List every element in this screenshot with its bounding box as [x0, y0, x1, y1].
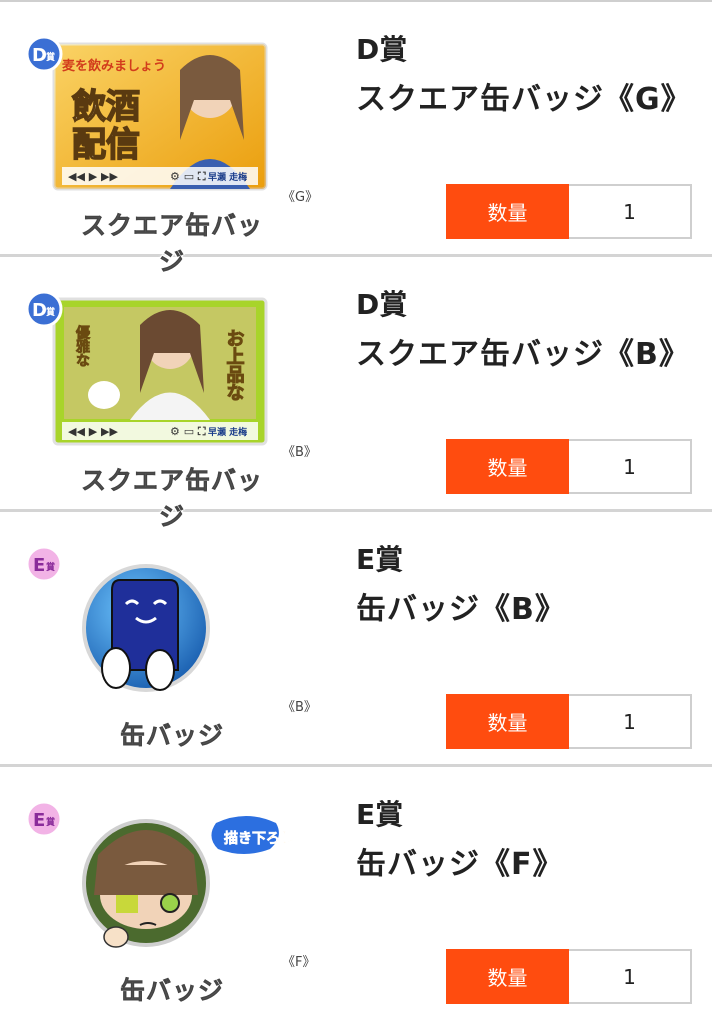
prize-list: ◀◀ ▶ ▶▶ ⚙ ▭ ⛶ 麦を飲みましょう 飲酒 配信 早瀬 走梅 D 賞 ス…: [0, 0, 712, 1022]
svg-text:賞: 賞: [46, 561, 55, 573]
svg-text:飲酒: 飲酒: [72, 87, 140, 127]
play-controls-icon: ◀◀ ▶ ▶▶: [68, 170, 118, 183]
quantity-label: 数量: [446, 949, 569, 1004]
prize-item-e-b: E 賞 缶バッジ 《B》 E賞 缶バッジ《B》 数量: [0, 512, 712, 767]
product-caption: 缶バッジ: [119, 721, 224, 751]
svg-text:早瀬 走梅: 早瀬 走梅: [208, 426, 247, 438]
quantity-input[interactable]: [569, 184, 692, 239]
product-image[interactable]: ◀◀ ▶ ▶▶ ⚙ ▭ ⛶ 早瀬 走梅 お上品な 優雅な D 賞 スクエア缶バッ…: [20, 285, 317, 531]
quantity-input[interactable]: [569, 439, 692, 494]
settings-controls-icon: ⚙ ▭ ⛶: [170, 170, 206, 183]
variant-label: 《G》: [282, 190, 319, 205]
svg-text:D: D: [32, 300, 47, 321]
prize-badge-icon: D 賞: [25, 290, 63, 328]
quantity-input[interactable]: [569, 949, 692, 1004]
prize-item-d-g: ◀◀ ▶ ▶▶ ⚙ ▭ ⛶ 麦を飲みましょう 飲酒 配信 早瀬 走梅 D 賞 ス…: [0, 2, 712, 276]
quantity-label: 数量: [446, 694, 569, 749]
svg-text:配信: 配信: [72, 125, 140, 165]
svg-text:麦を飲みましょう: 麦を飲みましょう: [62, 58, 166, 74]
product-image[interactable]: ◀◀ ▶ ▶▶ ⚙ ▭ ⛶ 麦を飲みましょう 飲酒 配信 早瀬 走梅 D 賞 ス…: [20, 30, 319, 276]
svg-text:お上品な: お上品な: [224, 329, 245, 401]
svg-text:賞: 賞: [46, 816, 55, 828]
quantity-control: 数量: [446, 439, 692, 494]
quantity-label: 数量: [446, 439, 569, 494]
product-caption: 缶バッジ: [119, 976, 224, 1006]
product-name: スクエア缶バッジ《G》: [356, 82, 692, 117]
quantity-control: 数量: [446, 184, 692, 239]
product-image[interactable]: E 賞 缶バッジ 《B》: [20, 540, 317, 755]
prize-grade: E賞: [356, 798, 404, 831]
svg-text:賞: 賞: [46, 306, 55, 318]
settings-controls-icon: ⚙ ▭ ⛶: [170, 425, 206, 438]
prize-item-e-f: 描き下ろし E 賞 缶バッジ 《F》 E賞 缶バッジ《F》 数量: [0, 767, 712, 1022]
variant-label: 《B》: [282, 700, 317, 715]
svg-text:E: E: [33, 555, 45, 576]
svg-text:描き下ろし: 描き下ろし: [224, 830, 294, 847]
quantity-label: 数量: [446, 184, 569, 239]
quantity-control: 数量: [446, 949, 692, 1004]
quantity-input[interactable]: [569, 694, 692, 749]
svg-text:D: D: [32, 45, 47, 66]
prize-badge-icon: E 賞: [25, 800, 63, 838]
prize-grade: D賞: [356, 33, 408, 66]
prize-grade: E賞: [356, 543, 404, 576]
svg-text:早瀬 走梅: 早瀬 走梅: [208, 171, 247, 183]
product-name: 缶バッジ《F》: [356, 847, 564, 882]
variant-label: 《B》: [282, 445, 317, 460]
svg-text:優雅な: 優雅な: [74, 324, 91, 367]
prize-badge-icon: E 賞: [25, 545, 63, 583]
product-name: 缶バッジ《B》: [356, 592, 566, 627]
prize-item-d-b: ◀◀ ▶ ▶▶ ⚙ ▭ ⛶ 早瀬 走梅 お上品な 優雅な D 賞 スクエア缶バッ…: [0, 257, 712, 531]
svg-text:E: E: [33, 810, 45, 831]
variant-label: 《F》: [282, 955, 316, 970]
prize-grade: D賞: [356, 288, 408, 321]
play-controls-icon: ◀◀ ▶ ▶▶: [68, 425, 118, 438]
quantity-control: 数量: [446, 694, 692, 749]
product-image[interactable]: 描き下ろし E 賞 缶バッジ 《F》: [20, 795, 316, 1010]
prize-badge-icon: D 賞: [25, 35, 63, 73]
product-name: スクエア缶バッジ《B》: [356, 337, 690, 372]
svg-text:賞: 賞: [46, 51, 55, 63]
